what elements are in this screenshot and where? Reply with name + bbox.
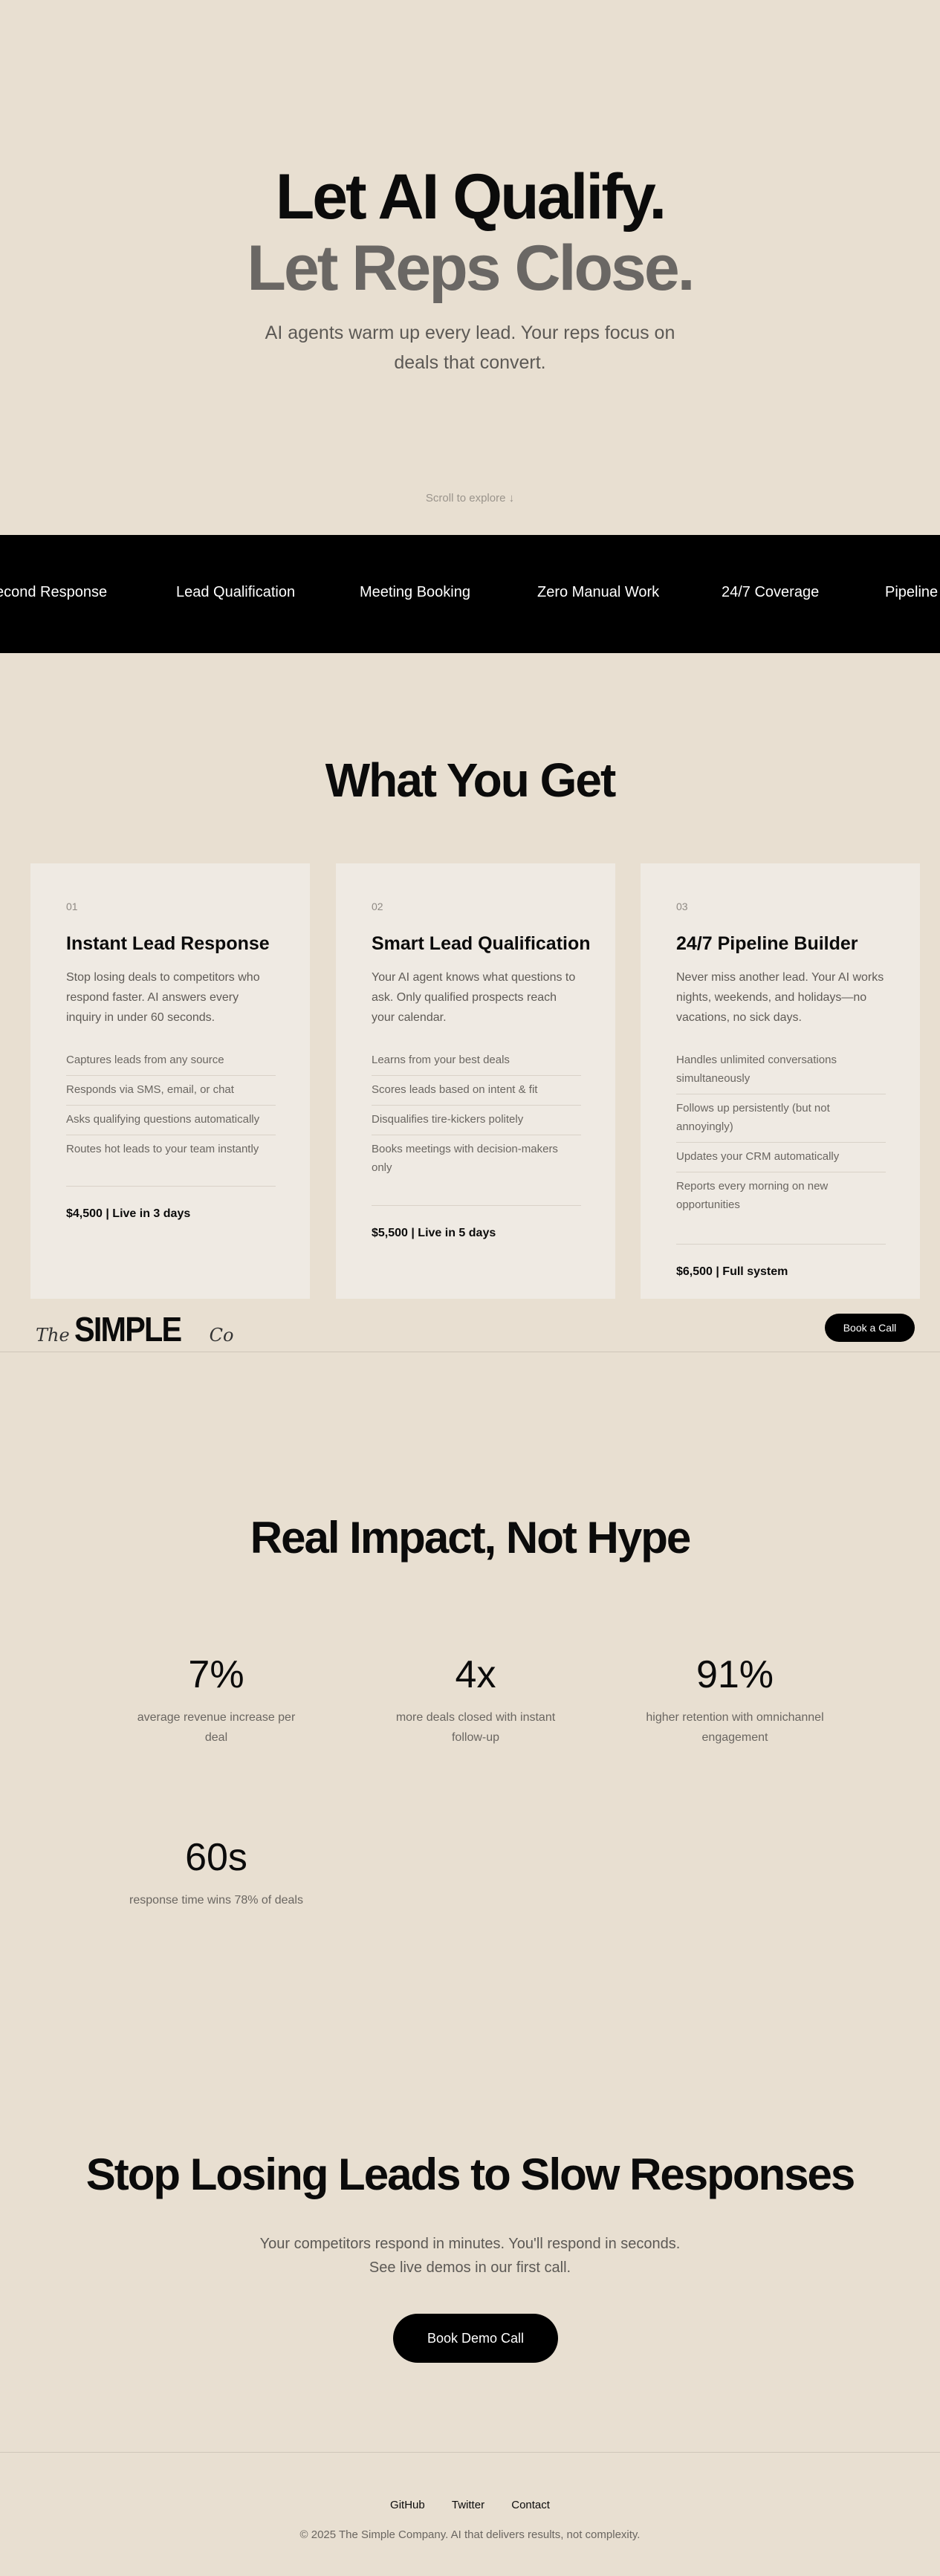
impact-title: Real Impact, Not Hype [250,1513,692,1563]
cta-title: Stop Losing Leads to Slow Responses [85,2150,855,2199]
marquee-item: Lead Qualification [176,584,296,600]
stat-block: 4x more deals closed with instant follow… [386,1655,565,1748]
footer: GitHub Twitter Contact © 2025 The Simple… [0,2452,940,2576]
card-feature-list: Learns from your best deals Scores leads… [372,1046,581,1183]
footer-links: GitHub Twitter Contact [0,2499,940,2511]
card-price: $6,500 | Full system [676,1244,886,1279]
card-feature: Responds via SMS, email, or chat [66,1076,276,1106]
marquee-item: econd Response [0,584,108,600]
stat-value: 91% [696,1653,774,1696]
stat-block: 91% higher retention with omnichannel en… [646,1655,824,1748]
card-feature: Updates your CRM automatically [676,1143,886,1172]
book-demo-button[interactable]: Book Demo Call [393,2314,558,2363]
footer-link-contact[interactable]: Contact [511,2499,550,2511]
card-number: 01 [66,901,78,912]
card-feature: Disqualifies tire-kickers politely [372,1106,581,1135]
stat-label: more deals closed with instant follow-up [395,1711,556,1744]
service-card: 02 Smart Lead Qualification Your AI agen… [336,863,615,1299]
card-feature: Books meetings with decision-makers only [372,1143,558,1174]
card-title: Smart Lead Qualification [372,933,591,954]
card-feature: Reports every morning on new opportuniti… [676,1180,829,1211]
stat-value: 7% [188,1653,244,1696]
stat-value: 4x [455,1653,496,1696]
book-call-button[interactable]: Book a Call [825,1314,915,1342]
scroll-hint[interactable]: Scroll to explore ↓ [0,492,940,505]
hero-headline-secondary: Let Reps Close. [247,233,695,304]
card-description: Stop losing deals to competitors who res… [66,971,260,1024]
hero-headline-primary: Let AI Qualify. [275,161,667,233]
hero-section: Let AI Qualify. Let Reps Close. AI agent… [0,0,940,535]
marquee-item: Pipeline C [885,584,940,600]
card-feature: Handles unlimited conversations simultan… [676,1046,886,1094]
card-title: Instant Lead Response [66,933,270,954]
card-number: 02 [372,901,383,912]
what-you-get-title: What You Get [325,753,617,807]
stat-value: 60s [185,1836,247,1879]
card-description: Your AI agent knows what questions to as… [372,971,576,1024]
service-card: 03 24/7 Pipeline Builder Never miss anot… [641,863,920,1299]
card-price: $4,500 | Live in 3 days [66,1186,276,1221]
footer-copyright: © 2025 The Simple Company. AI that deliv… [299,2528,641,2541]
card-feature: Asks qualifying questions automatically [66,1106,276,1135]
logo-the: The [36,1325,70,1346]
logo-co: Co [209,1325,234,1346]
service-card: 01 Instant Lead Response Stop losing dea… [30,863,310,1299]
card-feature: Routes hot leads to your team instantly [66,1143,259,1155]
card-title: 24/7 Pipeline Builder [676,933,858,954]
stat-label: higher retention with omnichannel engage… [646,1711,824,1744]
card-description: Never miss another lead. Your AI works n… [676,971,884,1024]
card-feature: Follows up persistently (but not annoyin… [676,1094,886,1143]
card-price: $5,500 | Live in 5 days [372,1205,581,1240]
brand-logo[interactable]: The SIMPLE Co [36,1309,234,1349]
card-feature: Captures leads from any source [66,1046,276,1076]
stat-block: 60s response time wins 78% of deals [127,1838,305,1910]
card-number: 03 [676,901,688,912]
card-feature-list: Captures leads from any source Responds … [66,1046,276,1164]
footer-link-twitter[interactable]: Twitter [452,2499,484,2511]
footer-link-github[interactable]: GitHub [390,2499,425,2511]
stat-label: response time wins 78% of deals [129,1894,303,1907]
marquee-item: Meeting Booking [360,584,470,600]
feature-marquee: econd Response Lead Qualification Meetin… [0,535,940,653]
card-feature: Scores leads based on intent & fit [372,1076,581,1106]
cta-subtitle: Your competitors respond in minutes. You… [259,2236,681,2276]
marquee-item: 24/7 Coverage [722,584,820,600]
hero-subtitle: AI agents warm up every lead. Your reps … [265,322,675,373]
sticky-navbar: The SIMPLE Co [0,1302,940,1352]
logo-simple: SIMPLE [74,1310,182,1349]
stat-block: 7% average revenue increase per deal [127,1655,305,1748]
marquee-item: Zero Manual Work [537,584,660,600]
stat-label: average revenue increase per deal [137,1711,296,1744]
card-feature: Learns from your best deals [372,1046,581,1076]
card-feature-list: Handles unlimited conversations simultan… [676,1046,886,1220]
